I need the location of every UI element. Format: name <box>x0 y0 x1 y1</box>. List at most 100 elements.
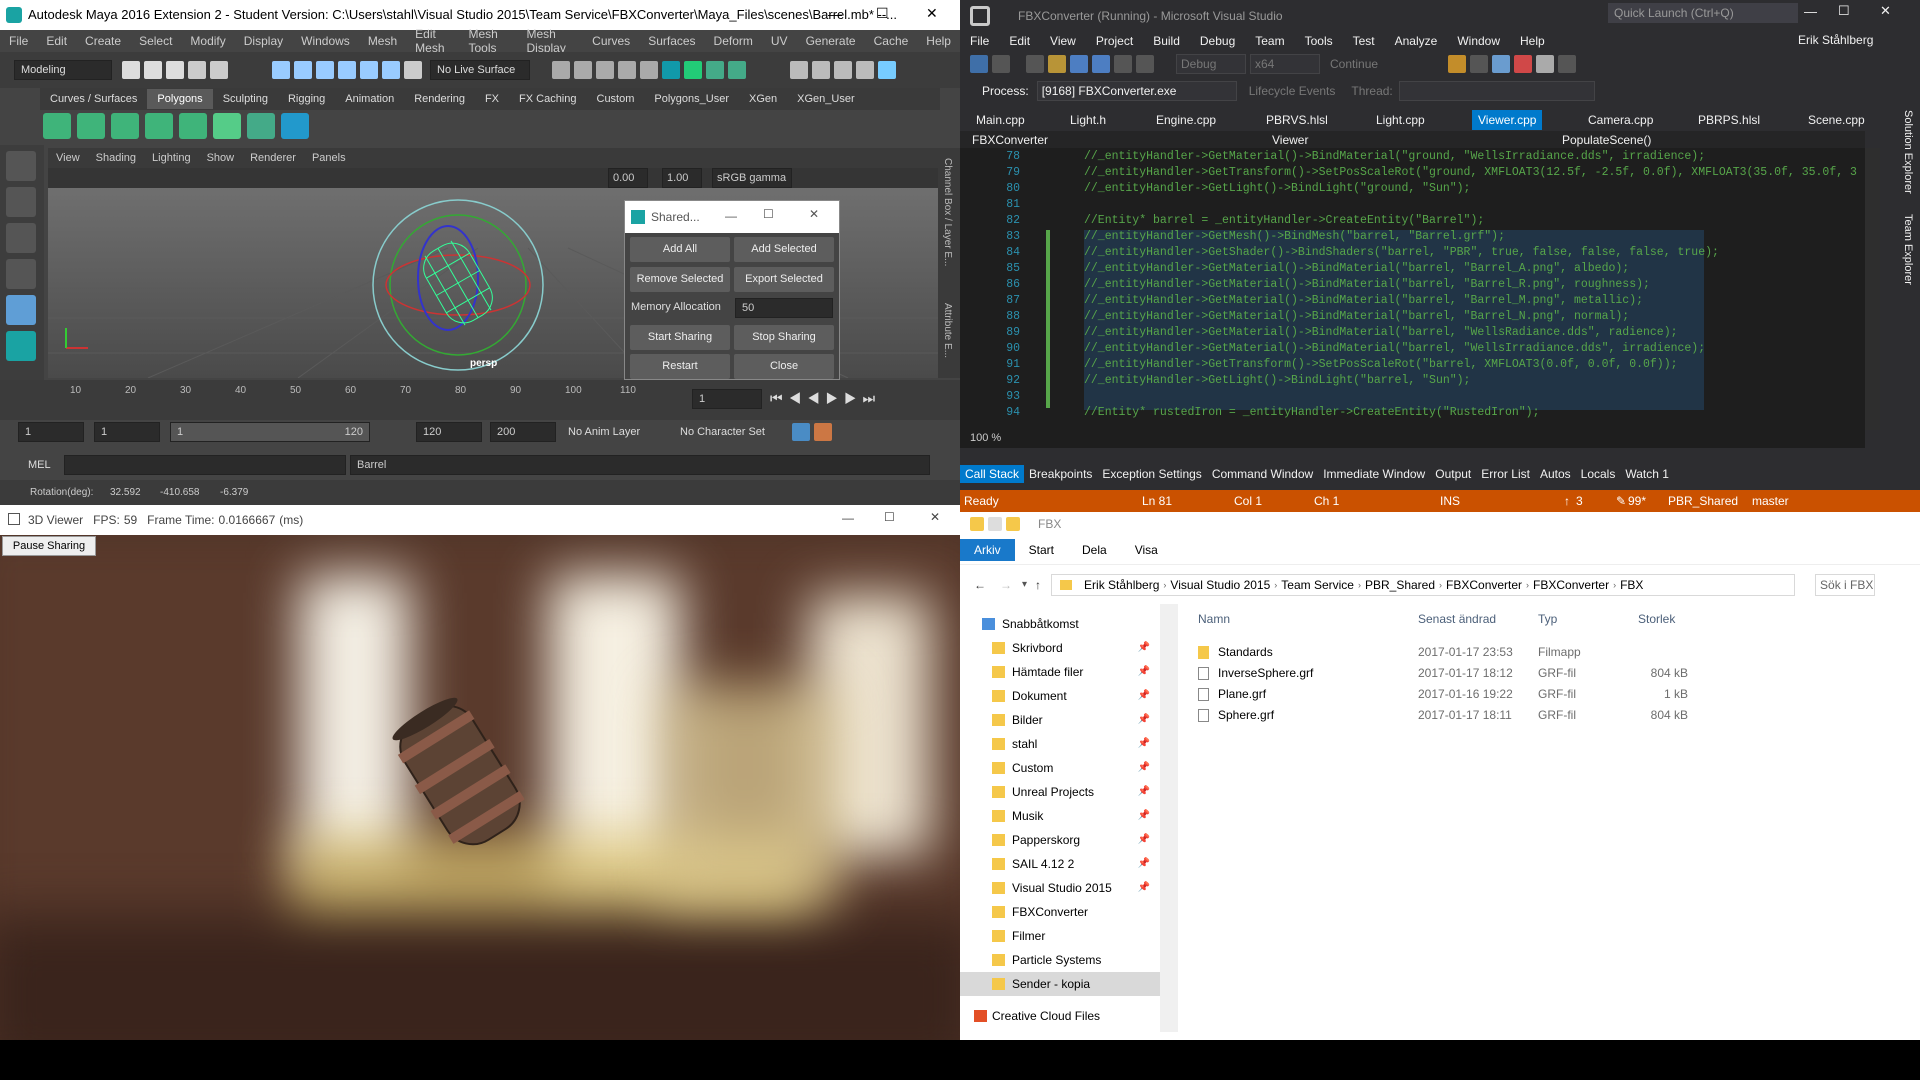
maya-layout-icon[interactable] <box>6 331 36 361</box>
quick-launch-input[interactable]: Quick Launch (Ctrl+Q) <box>1608 3 1798 23</box>
pin-icon[interactable]: 📌 <box>1138 708 1150 732</box>
remove-selected-button[interactable]: Remove Selected <box>630 267 730 292</box>
menu-select[interactable]: Select <box>139 34 172 48</box>
menu-mesh-display[interactable]: Mesh Display <box>527 27 575 55</box>
vp-menu-show[interactable]: Show <box>207 152 235 164</box>
lifecycle-events[interactable]: Lifecycle Events <box>1249 84 1336 98</box>
menu-help[interactable]: Help <box>926 34 951 48</box>
menu-curves[interactable]: Curves <box>592 34 630 48</box>
range-end-field[interactable]: 120 <box>416 422 482 442</box>
tool-tab-call-stack[interactable]: Call Stack <box>960 465 1025 483</box>
shelf-tab-fx-caching[interactable]: FX Caching <box>509 89 586 109</box>
shelf-tab-rendering[interactable]: Rendering <box>404 89 475 109</box>
nav-project[interactable]: FBXConverter <box>972 133 1272 147</box>
shelf-tab-animation[interactable]: Animation <box>335 89 404 109</box>
shelf-tab-curves-surfaces[interactable]: Curves / Surfaces <box>40 89 147 109</box>
status-branch[interactable]: master <box>1752 494 1789 508</box>
forward-arrow-icon[interactable]: → <box>1000 578 1012 592</box>
tab-viewer-cpp[interactable]: Viewer.cpp <box>1472 110 1543 130</box>
render-view[interactable] <box>0 535 960 1040</box>
shelf-tab-custom[interactable]: Custom <box>587 89 645 109</box>
vp-value-1[interactable]: 0.00 <box>608 168 648 188</box>
shelf-tab-sculpting[interactable]: Sculpting <box>213 89 278 109</box>
select-tool-icon[interactable] <box>6 151 36 181</box>
platform-select[interactable]: x64 <box>1250 54 1320 74</box>
ribbon-tab-visa[interactable]: Visa <box>1121 539 1172 561</box>
open-icon[interactable] <box>1048 55 1066 73</box>
status-changes[interactable]: 99* <box>1628 494 1668 508</box>
pin-icon[interactable]: 📌 <box>1138 684 1150 708</box>
nav-item-creative-cloud-files[interactable]: Creative Cloud Files <box>960 1004 1160 1028</box>
pin-icon[interactable]: 📌 <box>1138 852 1150 876</box>
pin-icon[interactable]: 📌 <box>1138 636 1150 660</box>
key-prefs-icon[interactable] <box>792 423 810 441</box>
vs-maximize-icon[interactable]: ☐ <box>1838 3 1850 19</box>
col-name[interactable]: Namn <box>1198 604 1230 634</box>
vs-close-icon[interactable]: ✕ <box>1880 3 1891 19</box>
shelf-tab-xgen-user[interactable]: XGen_User <box>787 89 864 109</box>
col-date[interactable]: Senast ändrad <box>1418 604 1496 634</box>
breadcrumb-item[interactable]: Team Service <box>1281 578 1354 592</box>
menu-mesh-tools[interactable]: Mesh Tools <box>468 27 508 55</box>
vs-menu-project[interactable]: Project <box>1096 34 1133 48</box>
tool-tab-watch-1[interactable]: Watch 1 <box>1620 465 1674 483</box>
forward-icon[interactable] <box>992 55 1010 73</box>
nav-item-particle-systems[interactable]: Particle Systems <box>960 948 1160 972</box>
close-icon[interactable]: ✕ <box>926 5 938 22</box>
menu-generate[interactable]: Generate <box>806 34 856 48</box>
paint-select-icon[interactable] <box>6 223 36 253</box>
ribbon-tab-start[interactable]: Start <box>1015 539 1068 561</box>
nav-scrollbar[interactable] <box>1160 604 1178 1032</box>
step-icon[interactable] <box>1558 55 1577 73</box>
vs-menu-help[interactable]: Help <box>1520 34 1545 48</box>
poly-sphere-icon[interactable] <box>43 113 71 139</box>
zoom-level[interactable]: 100 % <box>970 432 1001 444</box>
tool-tab-locals[interactable]: Locals <box>1576 465 1621 483</box>
nav-item-musik[interactable]: Musik 📌 <box>960 804 1160 828</box>
file-row[interactable]: Standards 2017-01-17 23:53 Filmapp <box>1190 642 1910 663</box>
viewer-maximize-icon[interactable]: ☐ <box>884 510 895 524</box>
pause-sharing-button[interactable]: Pause Sharing <box>2 536 96 556</box>
anim-prefs-icon[interactable] <box>814 423 832 441</box>
tool-tab-breakpoints[interactable]: Breakpoints <box>1024 465 1097 483</box>
dialog-minimize-icon[interactable]: — <box>725 209 737 223</box>
range-start-field-2[interactable]: 1 <box>94 422 160 442</box>
menu-surfaces[interactable]: Surfaces <box>648 34 695 48</box>
stop-icon[interactable] <box>1514 55 1533 73</box>
memory-input[interactable]: 50 <box>735 298 833 318</box>
nav-item-custom[interactable]: Custom 📌 <box>960 756 1160 780</box>
tab-scene-cpp[interactable]: Scene.cpp <box>1802 110 1871 130</box>
menu-mesh[interactable]: Mesh <box>368 34 397 48</box>
tool-tab-error-list[interactable]: Error List <box>1476 465 1535 483</box>
vp-value-2[interactable]: 1.00 <box>662 168 702 188</box>
pivot-icon[interactable] <box>247 113 275 139</box>
pin-icon[interactable]: 📌 <box>1138 732 1150 756</box>
tab-main-cpp[interactable]: Main.cpp <box>970 110 1031 130</box>
config-select[interactable]: Debug <box>1176 54 1246 74</box>
menu-edit[interactable]: Edit <box>46 34 67 48</box>
undo-icon[interactable] <box>1114 55 1132 73</box>
pin-icon[interactable]: 📌 <box>1138 780 1150 804</box>
poly-cone-icon[interactable] <box>145 113 173 139</box>
nav-item-sender-kopia[interactable]: Sender - kopia <box>960 972 1160 996</box>
nav-item-snabb-tkomst[interactable]: Snabbåtkomst <box>960 612 1160 636</box>
team-explorer-tab[interactable]: Team Explorer <box>1902 214 1914 285</box>
solution-explorer-tab[interactable]: Solution Explorer <box>1902 110 1914 194</box>
save-all-icon[interactable] <box>1092 55 1110 73</box>
shelf-tab-fx[interactable]: FX <box>475 89 509 109</box>
tab-engine-cpp[interactable]: Engine.cpp <box>1150 110 1222 130</box>
back-icon[interactable] <box>970 55 988 73</box>
hot-reload-icon[interactable] <box>1448 55 1467 73</box>
tool-tab-autos[interactable]: Autos <box>1535 465 1576 483</box>
vs-minimize-icon[interactable]: — <box>1804 4 1817 19</box>
menu-display[interactable]: Display <box>244 34 283 48</box>
vp-menu-renderer[interactable]: Renderer <box>250 152 296 164</box>
minimize-icon[interactable]: — <box>828 6 842 22</box>
breadcrumb-item[interactable]: Visual Studio 2015 <box>1170 578 1270 592</box>
menu-modify[interactable]: Modify <box>190 34 225 48</box>
nav-item-visual-studio-2015[interactable]: Visual Studio 2015 📌 <box>960 876 1160 900</box>
tool-tab-immediate-window[interactable]: Immediate Window <box>1318 465 1430 483</box>
col-type[interactable]: Typ <box>1538 604 1557 634</box>
tab-light-h[interactable]: Light.h <box>1064 110 1112 130</box>
vs-menu-edit[interactable]: Edit <box>1009 34 1030 48</box>
